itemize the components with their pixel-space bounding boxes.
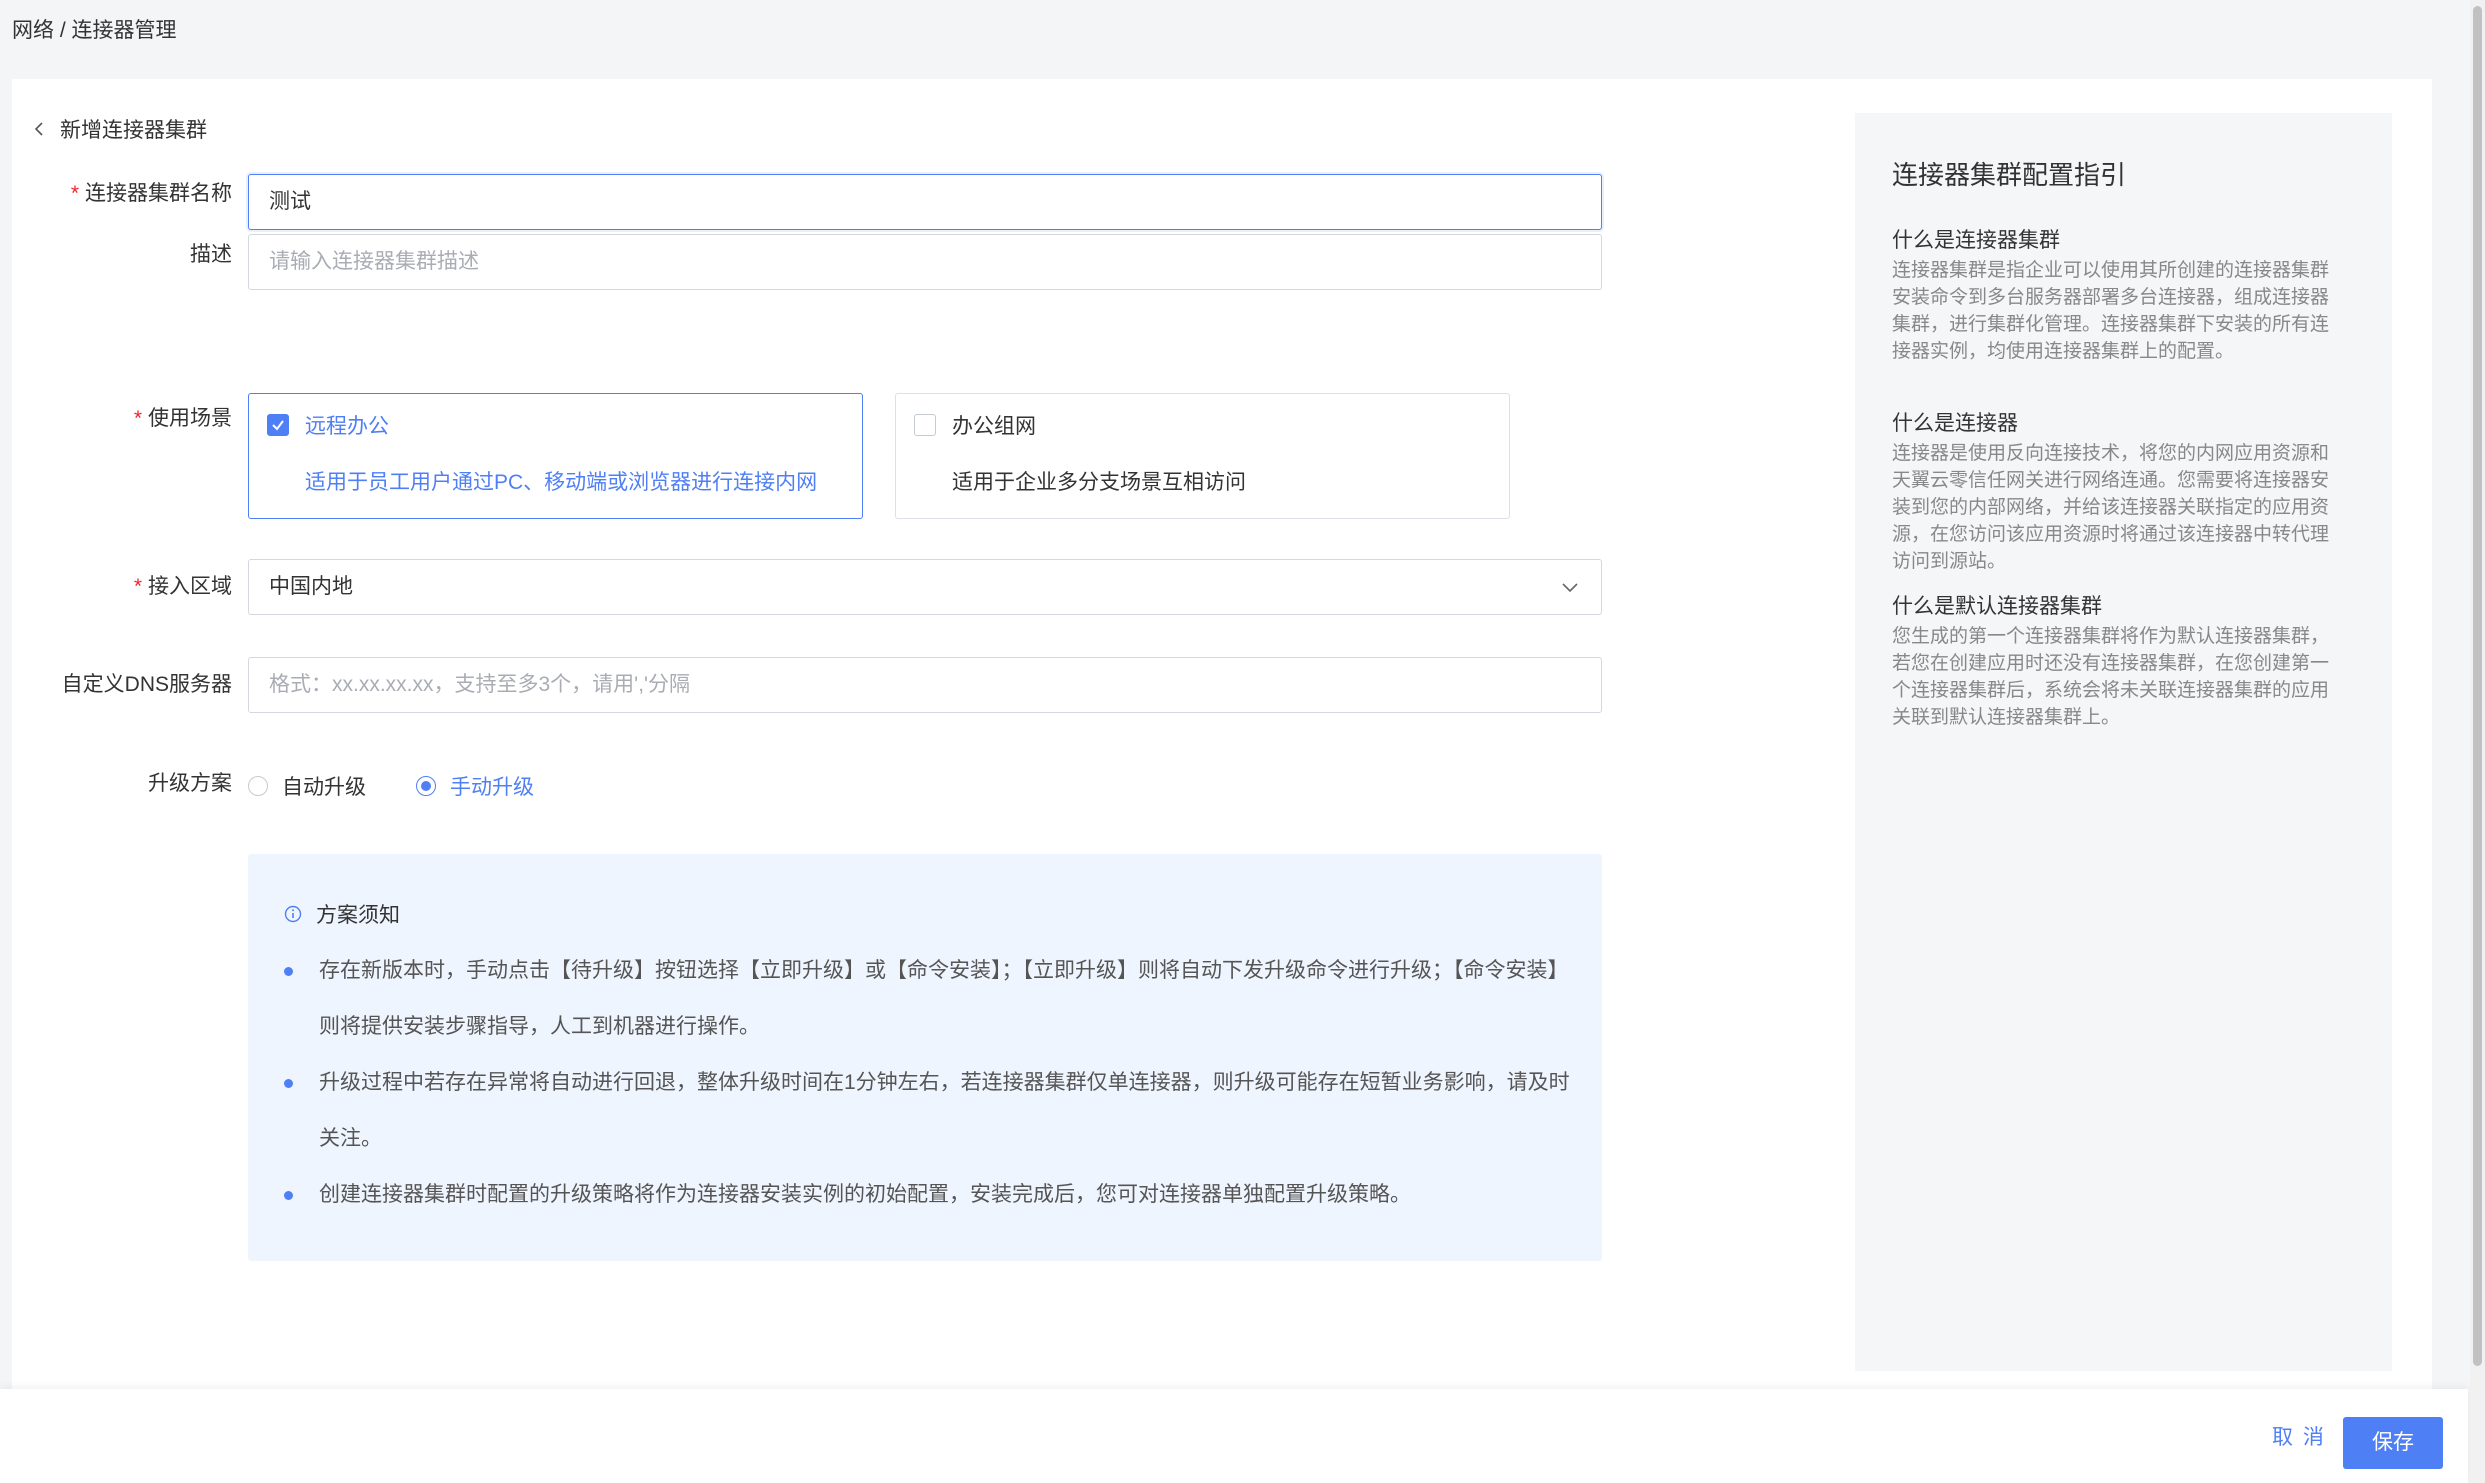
guide-section: 什么是连接器 连接器是使用反向连接技术，将您的内网应用资源和天翼云零信任网关进行… [1892,410,2338,575]
scene-option-title: 办公组网 [952,415,1036,438]
scrollbar-thumb[interactable] [2473,6,2482,1366]
save-button[interactable]: 保存 [2343,1417,2443,1469]
scene-option-desc: 适用于企业多分支场景互相访问 [952,471,1246,494]
required-mark: * [70,182,79,205]
back-link[interactable]: 新增连接器集群 [32,114,207,144]
scene-option-office-network[interactable]: 办公组网 适用于企业多分支场景互相访问 [895,393,1510,519]
region-select-value: 中国内地 [269,575,353,598]
notice-box: 方案须知 存在新版本时，手动点击【待升级】按钮选择【立即升级】或【命令安装】；【… [248,854,1602,1261]
guide-section-body: 连接器集群是指企业可以使用其所创建的连接器集群安装命令到多台服务器部署多台连接器… [1892,260,2330,362]
scene-label: * 使用场景 [133,407,232,430]
scene-option-remote-office[interactable]: 远程办公 适用于员工用户通过PC、移动端或浏览器进行连接内网 [248,393,863,519]
guide-title: 连接器集群配置指引 [1892,160,2127,190]
region-select[interactable]: 中国内地 [248,559,1602,615]
description-input[interactable]: 请输入连接器集群描述 [248,234,1602,290]
checkbox[interactable] [267,414,289,436]
check-icon [272,420,284,431]
desc-label: 描述 [190,243,232,266]
guide-section-body: 连接器是使用反向连接技术，将您的内网应用资源和天翼云零信任网关进行网络连通。您需… [1892,443,2330,572]
notice-item: 存在新版本时，手动点击【待升级】按钮选择【立即升级】或【命令安装】；【立即升级】… [284,943,1574,1055]
notice-item: 创建连接器集群时配置的升级策略将作为连接器安装实例的初始配置，安装完成后，您可对… [284,1167,1574,1223]
guide-section-body: 您生成的第一个连接器集群将作为默认连接器集群，若您在创建应用时还没有连接器集群，… [1892,626,2330,728]
upgrade-label: 升级方案 [148,772,232,795]
cancel-button[interactable]: 取 消 [2272,1421,2326,1451]
breadcrumb: 网络 / 连接器管理 [12,19,177,42]
dns-input[interactable]: 格式：xx.xx.xx.xx，支持至多3个，请用','分隔 [248,657,1602,713]
page-title: 新增连接器集群 [60,119,207,142]
info-icon [284,905,302,923]
radio-label: 手动升级 [450,776,534,799]
scene-option-title: 远程办公 [305,415,389,438]
form-card: 新增连接器集群 * 连接器集群名称 测试 描述 请输入连接器集群描述 * 使用场景 … [12,79,2432,1399]
config-guide-panel: 连接器集群配置指引 什么是连接器集群 连接器集群是指企业可以使用其所创建的连接器… [1855,113,2392,1371]
chevron-down-icon [1562,583,1578,593]
name-label: * 连接器集群名称 [70,182,232,205]
radio-circle[interactable] [248,776,268,796]
guide-section-heading: 什么是连接器集群 [1892,229,2060,252]
chevron-left-icon [34,122,43,136]
checkbox[interactable] [914,414,936,436]
dns-label: 自定义DNS服务器 [61,673,232,696]
radio-circle[interactable] [416,776,436,796]
guide-section: 什么是连接器集群 连接器集群是指企业可以使用其所创建的连接器集群安装命令到多台服… [1892,227,2338,365]
radio-manual-upgrade[interactable]: 手动升级 [416,771,534,801]
required-mark: * [133,575,142,598]
guide-section: 什么是默认连接器集群 您生成的第一个连接器集群将作为默认连接器集群，若您在创建应… [1892,593,2338,731]
notice-item: 升级过程中若存在异常将自动进行回退，整体升级时间在1分钟左右，若连接器集群仅单连… [284,1055,1574,1167]
radio-label: 自动升级 [282,776,366,799]
scrollbar[interactable] [2470,0,2485,1483]
notice-title: 方案须知 [284,899,400,929]
upgrade-radio-group: 自动升级 手动升级 [248,771,584,801]
guide-section-heading: 什么是连接器 [1892,412,2018,435]
guide-section-heading: 什么是默认连接器集群 [1892,595,2102,618]
notice-list: 存在新版本时，手动点击【待升级】按钮选择【立即升级】或【命令安装】；【立即升级】… [284,943,1574,1223]
scene-option-desc: 适用于员工用户通过PC、移动端或浏览器进行连接内网 [305,471,818,494]
required-mark: * [133,407,142,430]
cluster-name-input[interactable]: 测试 [248,174,1602,230]
radio-auto-upgrade[interactable]: 自动升级 [248,771,366,801]
footer-bar: 取 消 保存 [0,1389,2468,1483]
region-label: * 接入区域 [133,575,232,598]
